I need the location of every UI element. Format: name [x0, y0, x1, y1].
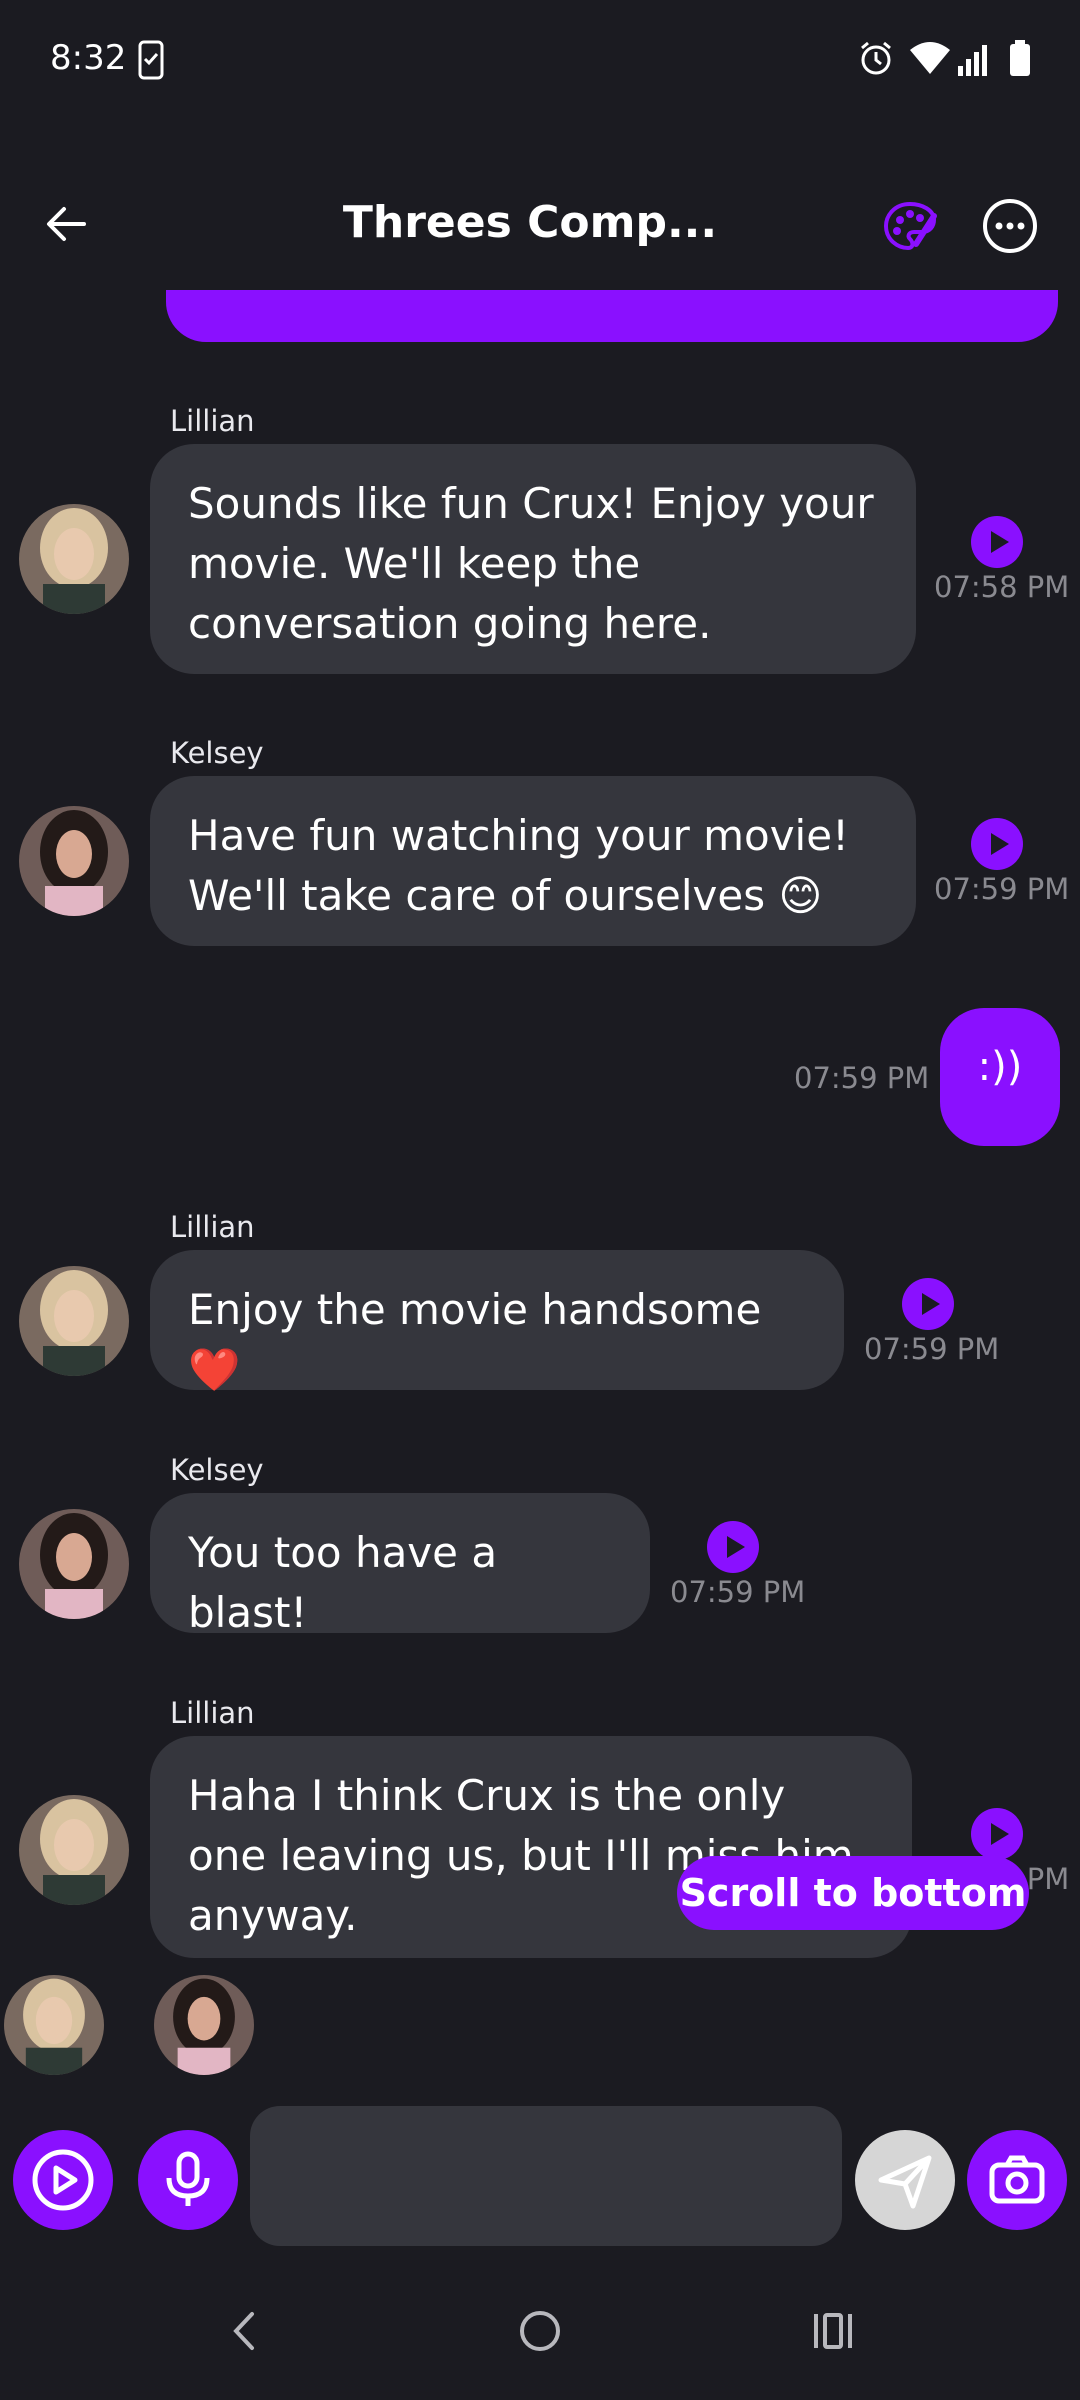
- status-time: 8:32: [50, 38, 127, 78]
- message-bubble: Sounds like fun Crux! Enjoy your movie. …: [150, 444, 916, 674]
- battery-icon: [1010, 40, 1030, 76]
- message-bubble: You too have a blast!: [150, 1493, 650, 1637]
- sender-name: Lillian: [170, 1696, 255, 1730]
- microphone-button[interactable]: [138, 2130, 238, 2230]
- scroll-to-bottom-button[interactable]: Scroll to bottom: [677, 1856, 1029, 1930]
- nav-home-icon[interactable]: [515, 2306, 565, 2356]
- message-time: 07:59 PM: [934, 872, 1070, 906]
- avatar[interactable]: [19, 504, 129, 614]
- message-composer: [0, 2100, 1080, 2260]
- send-button[interactable]: [855, 2130, 955, 2230]
- nav-recents-icon[interactable]: [808, 2306, 858, 2356]
- camera-button[interactable]: [967, 2130, 1067, 2230]
- avatar[interactable]: [19, 1266, 129, 1376]
- avatar[interactable]: [19, 1795, 129, 1905]
- checklist-phone-icon: [138, 40, 164, 80]
- previous-message-bubble: [166, 290, 1058, 342]
- send-icon: [878, 2155, 932, 2209]
- play-audio-icon[interactable]: [971, 818, 1023, 870]
- microphone-icon: [166, 2151, 210, 2206]
- play-audio-icon[interactable]: [902, 1278, 954, 1330]
- sender-name: Lillian: [170, 404, 255, 438]
- message-time: 07:59 PM: [864, 1332, 1000, 1366]
- my-message-bubble: :)): [940, 1008, 1060, 1146]
- sender-name: Kelsey: [170, 1453, 264, 1487]
- chat-title: Threes Comp...: [342, 197, 718, 248]
- typing-avatar: [154, 1975, 254, 2075]
- play-audio-icon[interactable]: [971, 516, 1023, 568]
- avatar[interactable]: [19, 1509, 129, 1619]
- sender-name: Lillian: [170, 1210, 255, 1244]
- message-bubble: Enjoy the movie handsome ❤️: [150, 1250, 844, 1394]
- message-input[interactable]: [250, 2106, 842, 2246]
- back-arrow-icon[interactable]: [38, 194, 98, 254]
- play-button[interactable]: [13, 2130, 113, 2230]
- message-bubble: Have fun watching your movie! We'll take…: [150, 776, 916, 946]
- play-audio-icon[interactable]: [707, 1521, 759, 1573]
- message-time: 07:59 PM: [670, 1575, 806, 1609]
- play-audio-icon[interactable]: [971, 1808, 1023, 1860]
- message-time: 07:59 PM: [794, 1061, 930, 1095]
- sender-name: Kelsey: [170, 736, 264, 770]
- avatar[interactable]: [19, 806, 129, 916]
- typing-avatar: [4, 1975, 104, 2075]
- play-circle-icon: [32, 2149, 94, 2211]
- more-options-icon[interactable]: [980, 196, 1040, 256]
- nav-back-icon[interactable]: [220, 2306, 270, 2356]
- alarm-icon: [861, 41, 891, 75]
- system-nav-bar: [0, 2270, 1080, 2400]
- palette-icon[interactable]: [880, 196, 940, 256]
- signal-icon: [958, 45, 987, 76]
- wifi-icon: [910, 42, 950, 74]
- status-bar: 8:32: [0, 0, 1080, 124]
- camera-icon: [989, 2155, 1045, 2204]
- message-time: 07:58 PM: [934, 570, 1070, 604]
